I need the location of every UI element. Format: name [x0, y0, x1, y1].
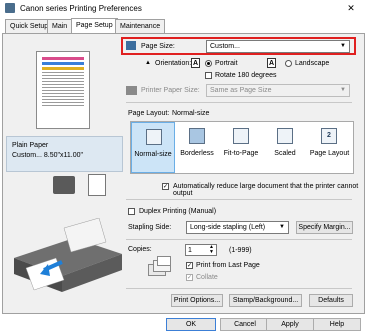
fit-to-page-icon	[233, 128, 249, 144]
page-size-label: Page Size:	[141, 43, 175, 50]
printer-paper-size-select[interactable]: Same as Page Size ▼	[206, 84, 350, 97]
duplex-checkbox[interactable]	[128, 208, 135, 215]
collate-label[interactable]: Collate	[196, 274, 218, 281]
specify-margin-button[interactable]: Specify Margin...	[296, 221, 353, 234]
landscape-icon: A	[267, 58, 276, 68]
layout-option-label: Normal-size	[134, 151, 172, 158]
layout-option-borderless[interactable]: Borderless	[175, 122, 219, 173]
title-bar: Canon series Printing Preferences ✕	[0, 0, 365, 17]
borderless-icon	[189, 128, 205, 144]
scaled-icon	[277, 128, 293, 144]
page-size-icon	[126, 41, 136, 50]
duplex-label[interactable]: Duplex Printing (Manual)	[139, 208, 216, 215]
auto-reduce-label[interactable]: Automatically reduce large document that…	[173, 183, 365, 197]
copies-input[interactable]: 1 ▲ ▼	[185, 244, 217, 256]
auto-reduce-checkbox[interactable]: ✓	[162, 183, 169, 190]
page-icon	[88, 174, 106, 196]
chevron-down-icon: ▼	[340, 43, 346, 49]
paper-size-text: Custom... 8.50"x11.00"	[12, 152, 83, 159]
copies-stack-icon	[148, 256, 174, 278]
chevron-down-icon: ▼	[340, 87, 346, 93]
copies-label: Copies:	[128, 246, 152, 253]
rotate-180-checkbox[interactable]	[205, 72, 212, 79]
printer-app-icon	[5, 3, 15, 13]
rotate-180-label[interactable]: Rotate 180 degrees	[215, 72, 277, 79]
layout-option-fit-to-page[interactable]: Fit-to-Page	[219, 122, 263, 173]
printer-paper-size-label: Printer Paper Size:	[141, 87, 200, 94]
tab-main[interactable]: Main	[47, 19, 73, 33]
divider	[126, 288, 352, 289]
print-from-last-label[interactable]: Print from Last Page	[196, 262, 260, 269]
printer-illustration	[14, 218, 122, 292]
divider	[126, 199, 352, 200]
layout-option-page-layout[interactable]: 2 Page Layout	[307, 122, 352, 173]
paper-type-text: Plain Paper	[12, 142, 49, 149]
page-layout-icon: 2	[321, 128, 337, 144]
copies-range: (1-999)	[229, 247, 252, 254]
spinner-arrows-icon[interactable]: ▲ ▼	[209, 245, 214, 255]
normal-size-icon	[146, 129, 162, 145]
close-button[interactable]: ✕	[339, 1, 363, 15]
print-from-last-checkbox[interactable]: ✓	[186, 262, 193, 269]
page-layout-current: Normal-size	[172, 110, 210, 117]
layout-option-scaled[interactable]: Scaled	[263, 122, 307, 173]
orientation-label: Orientation:	[155, 60, 192, 67]
layout-option-label: Borderless	[180, 150, 214, 157]
landscape-radio[interactable]	[285, 60, 292, 67]
layout-option-label: Page Layout	[309, 150, 350, 157]
landscape-label[interactable]: Landscape	[295, 60, 329, 67]
copies-value: 1	[188, 247, 192, 254]
layout-option-label: Fit-to-Page	[223, 150, 259, 157]
stapling-side-label: Stapling Side:	[128, 224, 172, 231]
printer-paper-icon	[126, 86, 137, 95]
page-size-select[interactable]: Custom... ▼	[206, 40, 350, 53]
stamp-background-button[interactable]: Stamp/Background...	[229, 294, 302, 307]
help-button[interactable]: Help	[313, 318, 361, 331]
collate-checkbox[interactable]: ✓	[186, 274, 193, 281]
chevron-down-icon: ▼	[279, 224, 285, 230]
page-preview	[36, 51, 90, 129]
layout-option-normal-size[interactable]: Normal-size	[131, 122, 175, 173]
stapling-side-value: Long-side stapling (Left)	[190, 224, 266, 231]
print-options-button[interactable]: Print Options...	[171, 294, 223, 307]
orientation-bullet-icon: ▲	[145, 60, 151, 66]
ok-button[interactable]: OK	[166, 318, 216, 331]
cancel-button[interactable]: Cancel	[220, 318, 270, 331]
printer-settings-icon	[53, 176, 75, 194]
portrait-icon: A	[191, 58, 200, 68]
page-layout-label: Page Layout:	[128, 110, 170, 117]
portrait-radio[interactable]	[205, 60, 212, 67]
tab-maintenance[interactable]: Maintenance	[115, 19, 166, 33]
window-title: Canon series Printing Preferences	[20, 4, 142, 13]
printer-paper-size-value: Same as Page Size	[210, 87, 272, 94]
divider	[126, 102, 352, 103]
stapling-side-select[interactable]: Long-side stapling (Left) ▼	[186, 221, 289, 234]
page-size-value: Custom...	[210, 43, 240, 50]
page-layout-list: Normal-size Borderless Fit-to-Page Scale…	[130, 121, 354, 174]
layout-option-label: Scaled	[274, 150, 296, 157]
tab-page-setup[interactable]: Page Setup	[71, 18, 118, 34]
portrait-label[interactable]: Portrait	[215, 60, 238, 67]
tab-quick-setup[interactable]: Quick Setup	[5, 19, 54, 33]
apply-button[interactable]: Apply	[266, 318, 314, 331]
defaults-button[interactable]: Defaults	[309, 294, 353, 307]
divider	[126, 239, 352, 240]
paper-info-box: Plain Paper Custom... 8.50"x11.00"	[6, 136, 123, 172]
